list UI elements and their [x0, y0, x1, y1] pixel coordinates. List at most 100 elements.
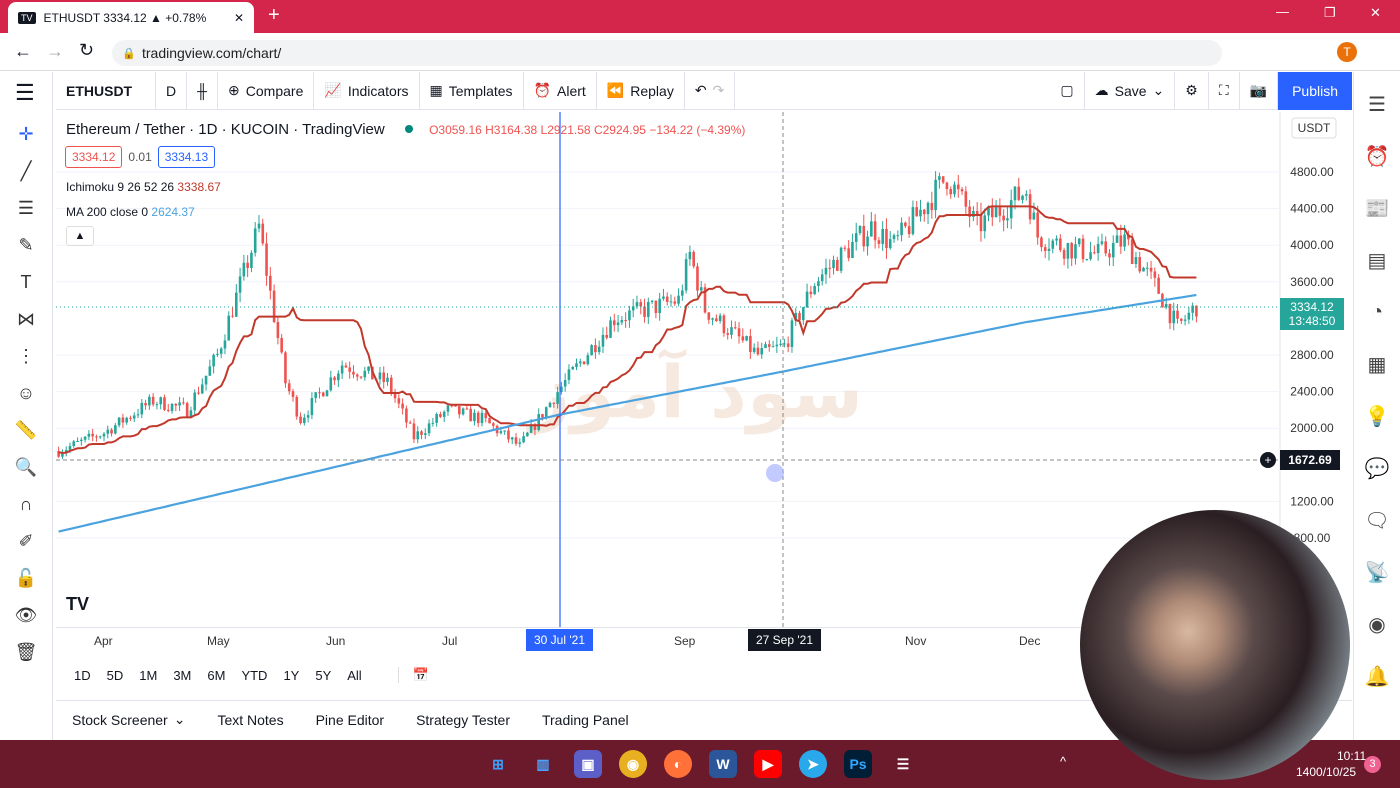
- undo-redo[interactable]: ↶ ↷: [685, 71, 736, 110]
- tab-pine-editor[interactable]: Pine Editor: [300, 701, 400, 739]
- candle-body: [828, 267, 832, 269]
- range-1m[interactable]: 1M: [131, 668, 165, 683]
- forward-icon[interactable]: →: [46, 41, 64, 62]
- clock-date[interactable]: 1400/10/25: [1296, 765, 1356, 779]
- replay-button[interactable]: ⏪ Replay: [597, 71, 685, 110]
- bell-icon[interactable]: 🔔: [1365, 650, 1390, 702]
- range-all[interactable]: All: [339, 668, 369, 683]
- tab-text-notes[interactable]: Text Notes: [201, 701, 299, 739]
- trend-line-icon[interactable]: ╱: [6, 153, 46, 190]
- pattern-icon[interactable]: ⋈: [6, 301, 46, 338]
- tab-trading-panel[interactable]: Trading Panel: [526, 701, 645, 739]
- alert-button[interactable]: ⏰ Alert: [524, 71, 597, 110]
- widgets-icon[interactable]: ▥: [529, 750, 557, 778]
- range-5y[interactable]: 5Y: [307, 668, 339, 683]
- forecast-icon[interactable]: ⋮: [6, 338, 46, 375]
- tab-strategy-tester[interactable]: Strategy Tester: [400, 701, 526, 739]
- reload-icon[interactable]: ↻: [79, 40, 94, 61]
- emoji-icon[interactable]: ☺: [6, 375, 46, 412]
- layout-button[interactable]: ▢: [1050, 71, 1085, 110]
- new-tab-button[interactable]: +: [268, 4, 280, 27]
- buy-button[interactable]: 3334.13: [157, 146, 216, 168]
- app-icon[interactable]: ☰: [889, 750, 917, 778]
- chart-type-button[interactable]: ╫: [187, 71, 219, 110]
- undo-icon[interactable]: ↶: [695, 82, 707, 99]
- save-button[interactable]: ☁ Save ⌄: [1085, 71, 1176, 110]
- collapse-legend-button[interactable]: ▲: [66, 226, 94, 246]
- range-6m[interactable]: 6M: [199, 668, 233, 683]
- url-field[interactable]: 🔒 tradingview.com/chart/: [112, 40, 1222, 66]
- lock-drawing-icon[interactable]: ✐: [6, 523, 46, 560]
- tray-chevron-icon[interactable]: ^: [1060, 754, 1066, 769]
- candle-body: [756, 347, 760, 355]
- ruler-icon[interactable]: 📏: [6, 412, 46, 449]
- back-icon[interactable]: ←: [14, 41, 32, 62]
- lightbulb-icon[interactable]: 💡: [1365, 390, 1390, 442]
- settings-button[interactable]: ⚙: [1175, 71, 1209, 110]
- tab-stock-screener[interactable]: Stock Screener ⌄: [56, 701, 201, 739]
- candle-body: [979, 214, 983, 232]
- magnet-icon[interactable]: ∩: [6, 486, 46, 523]
- compare-button[interactable]: ⊕ Compare: [218, 71, 315, 110]
- candle-body: [620, 320, 624, 323]
- brush-icon[interactable]: ✎: [6, 227, 46, 264]
- news-icon[interactable]: 📰: [1365, 182, 1390, 234]
- zoom-icon[interactable]: 🔍: [6, 449, 46, 486]
- candle-body: [261, 223, 265, 244]
- sell-button[interactable]: 3334.12: [65, 146, 123, 168]
- firefox-icon[interactable]: ◐: [664, 750, 692, 778]
- crosshair-icon[interactable]: ✛: [6, 116, 46, 153]
- hotlist-icon[interactable]: ▤: [1368, 234, 1387, 286]
- symbol-search[interactable]: ETHUSDT: [56, 71, 156, 110]
- clock-time[interactable]: 10:11: [1337, 749, 1366, 763]
- candle-body: [888, 239, 892, 249]
- lock-icon[interactable]: 🔓: [6, 560, 46, 597]
- teams-icon[interactable]: ▣: [574, 750, 602, 778]
- eye-icon[interactable]: 👁: [6, 597, 46, 634]
- fullscreen-button[interactable]: ⛶: [1209, 71, 1240, 110]
- chat-icon[interactable]: 🗨: [1364, 494, 1389, 546]
- indicator-ichimoku[interactable]: Ichimoku 9 26 52 26 3338.67: [66, 180, 221, 194]
- range-3m[interactable]: 3M: [165, 668, 199, 683]
- fib-icon[interactable]: ☰: [6, 190, 46, 227]
- start-icon[interactable]: ⊞: [484, 750, 512, 778]
- notification-badge[interactable]: 3: [1364, 756, 1381, 773]
- goto-date-icon[interactable]: 📅: [397, 667, 429, 683]
- candle-body: [1119, 235, 1123, 247]
- candle-body: [1066, 243, 1070, 259]
- indicator-ma[interactable]: MA 200 close 0 2624.37: [66, 205, 195, 219]
- calendar-icon[interactable]: ▦: [1368, 338, 1387, 390]
- profile-avatar[interactable]: T: [1337, 42, 1357, 62]
- templates-button[interactable]: ▦ Templates: [420, 71, 524, 110]
- interval-button[interactable]: D: [156, 71, 188, 110]
- close-tab-icon[interactable]: ✕: [234, 11, 244, 25]
- telegram-icon[interactable]: ➤: [799, 750, 827, 778]
- range-1y[interactable]: 1Y: [275, 668, 307, 683]
- restore-button[interactable]: ❐: [1324, 5, 1336, 21]
- broadcast-icon[interactable]: ◉: [1368, 598, 1385, 650]
- chrome-icon[interactable]: ◉: [619, 750, 647, 778]
- photoshop-icon[interactable]: Ps: [844, 750, 872, 778]
- range-5d[interactable]: 5D: [99, 668, 132, 683]
- trash-icon[interactable]: 🗑: [6, 634, 46, 671]
- close-window-button[interactable]: ✕: [1370, 5, 1381, 21]
- indicators-button[interactable]: 📈 Indicators: [314, 71, 420, 110]
- text-icon[interactable]: T: [6, 264, 46, 301]
- candle-body: [363, 370, 367, 378]
- candle-body: [915, 207, 918, 217]
- range-1d[interactable]: 1D: [66, 668, 99, 683]
- alarm-clock-icon[interactable]: ⏰: [1365, 130, 1390, 182]
- fire-icon[interactable]: ◔: [1371, 286, 1383, 338]
- streams-icon[interactable]: 📡: [1365, 546, 1390, 598]
- price-axis[interactable]: 4800.00 4400.00 4000.00 3600.00 2800.00 2400.…: [1290, 165, 1334, 545]
- redo-icon[interactable]: ↷: [713, 82, 725, 99]
- browser-tab[interactable]: TV ETHUSDT 3334.12 ▲ +0.78% ✕: [8, 2, 254, 33]
- range-ytd[interactable]: YTD: [233, 668, 275, 683]
- snapshot-button[interactable]: 📷: [1240, 71, 1279, 110]
- minimize-button[interactable]: —: [1276, 4, 1289, 19]
- youtube-icon[interactable]: ▶: [754, 750, 782, 778]
- watchlist-icon[interactable]: ☰: [1368, 78, 1386, 130]
- chats-icon[interactable]: 💬: [1365, 442, 1390, 494]
- publish-button[interactable]: Publish: [1278, 71, 1352, 110]
- word-icon[interactable]: W: [709, 750, 737, 778]
